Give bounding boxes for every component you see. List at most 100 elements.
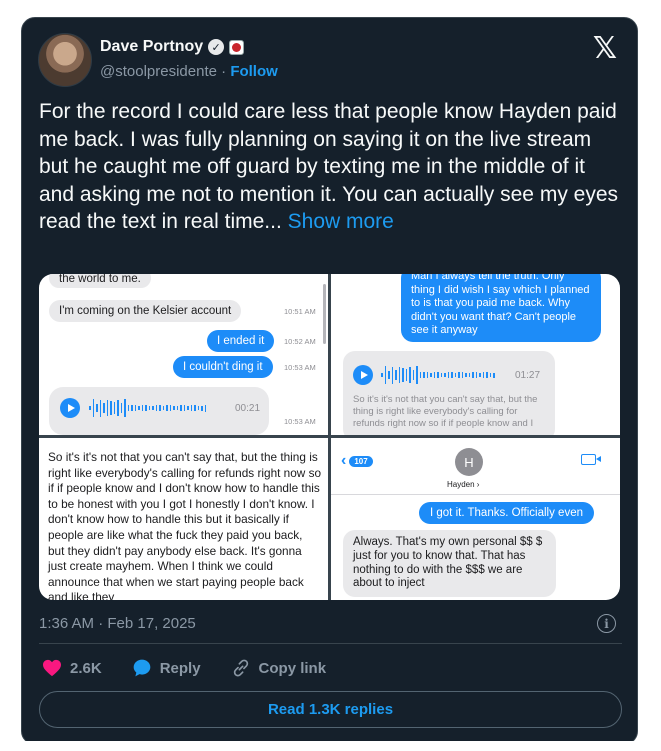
waveform-bar — [423, 371, 425, 379]
waveform-bar — [419, 371, 421, 379]
waveform-bar — [426, 372, 428, 378]
screenshot-2[interactable]: Man I always tell the truth. Only thing … — [331, 274, 620, 435]
reply-label: Reply — [159, 659, 201, 677]
waveform-bar — [402, 368, 404, 382]
back-button[interactable]: ‹ 107 — [341, 452, 373, 470]
message-bubble: I ended it — [207, 330, 275, 352]
play-icon[interactable] — [353, 365, 373, 385]
waveform-bar — [472, 371, 474, 379]
media-grid[interactable]: the world to me. I'm coming on the Kelsi… — [39, 274, 620, 600]
waveform-bar — [465, 372, 467, 378]
waveform-bar — [437, 371, 439, 379]
waveform-bar — [89, 406, 91, 410]
waveform-bar — [187, 406, 189, 410]
waveform-bar — [468, 372, 470, 378]
timestamp: 10:53 AM — [284, 363, 316, 372]
waveform-bar — [180, 404, 182, 412]
waveform-bar — [433, 371, 435, 379]
unread-count: 107 — [349, 455, 373, 467]
x-logo-icon[interactable]: 𝕏 — [593, 34, 617, 64]
waveform — [89, 398, 206, 418]
timestamp: 10:53 AM — [284, 417, 316, 426]
message-bubble: I got it. Thanks. Officially even — [419, 502, 594, 524]
waveform-bar — [461, 371, 463, 379]
waveform-bar — [148, 405, 150, 411]
message-bubble: Always. That's my own personal $$ $ just… — [343, 530, 556, 598]
contact-avatar[interactable]: H — [455, 448, 483, 476]
affiliate-badge-icon[interactable] — [229, 39, 245, 55]
reply-icon — [133, 659, 151, 677]
waveform-bar — [458, 371, 460, 379]
chevron-left-icon: ‹ — [341, 452, 347, 469]
waveform-bar — [201, 405, 203, 411]
waveform-bar — [388, 371, 390, 379]
waveform-bar — [416, 366, 418, 384]
waveform-bar — [117, 400, 119, 416]
timestamp-link[interactable]: 1:36 AM · Feb 17, 2025 — [39, 615, 196, 632]
waveform-bar — [451, 372, 453, 378]
waveform-bar — [475, 372, 477, 378]
waveform-bar — [444, 372, 446, 378]
message-bubble: the world to me. — [49, 274, 151, 288]
handle-row: @stoolpresidente · Follow — [100, 63, 278, 80]
timestamp: 10:51 AM — [284, 307, 316, 316]
message-bubble: I couldn't ding it — [173, 356, 273, 378]
waveform-bar — [381, 373, 383, 377]
waveform-bar — [141, 404, 143, 412]
contact-name[interactable]: Hayden › — [447, 480, 479, 489]
audio-duration: 01:27 — [515, 370, 541, 381]
camera-icon[interactable] — [581, 454, 601, 465]
divider — [331, 494, 620, 495]
waveform-bar — [155, 404, 157, 412]
separator: · — [221, 63, 227, 80]
follow-button[interactable]: Follow — [230, 63, 278, 80]
tweet-card: Dave Portnoy ✓ @stoolpresidente · Follow… — [21, 17, 638, 745]
like-button[interactable]: 2.6K — [42, 659, 102, 677]
waveform-bar — [391, 366, 393, 384]
message-bubble: I'm coming on the Kelsier account — [49, 300, 242, 322]
copy-link-label: Copy link — [258, 659, 327, 677]
author-name-row: Dave Portnoy ✓ — [100, 38, 245, 56]
waveform-bar — [384, 366, 386, 384]
page-bottom — [0, 741, 661, 751]
waveform-bar — [99, 399, 101, 417]
waveform-bar — [120, 403, 122, 413]
screenshot-1[interactable]: the world to me. I'm coming on the Kelsi… — [39, 274, 328, 435]
tweet-text: For the record I could care less that pe… — [39, 98, 624, 236]
play-icon[interactable] — [60, 398, 80, 418]
info-icon[interactable]: i — [597, 614, 616, 633]
copy-link-button[interactable]: Copy link — [231, 658, 327, 678]
waveform-bar — [395, 369, 397, 381]
message-bubble: Man I always tell the truth. Only thing … — [401, 274, 601, 342]
show-more-link[interactable]: Show more — [288, 210, 394, 233]
author-handle[interactable]: @stoolpresidente — [100, 63, 217, 80]
waveform-bar — [106, 400, 108, 416]
heart-icon — [43, 659, 61, 677]
verified-icon: ✓ — [208, 39, 225, 55]
scrollbar[interactable] — [323, 284, 326, 344]
waveform-bar — [183, 405, 185, 411]
waveform-bar — [113, 401, 115, 415]
waveform-bar — [409, 367, 411, 383]
waveform-bar — [430, 373, 432, 377]
screenshot-3[interactable]: So it's it's not that you can't say that… — [39, 438, 328, 600]
waveform — [381, 365, 495, 385]
author-name[interactable]: Dave Portnoy — [100, 38, 203, 56]
link-icon — [233, 659, 248, 677]
waveform-bar — [194, 404, 196, 412]
waveform-bar — [127, 404, 129, 412]
screenshot-4[interactable]: ‹ 107 H Hayden › I got it. Thanks. Offic… — [331, 438, 620, 600]
waveform-bar — [486, 371, 488, 379]
avatar[interactable] — [38, 33, 92, 87]
waveform-bar — [173, 405, 175, 411]
waveform-bar — [162, 406, 164, 410]
waveform-bar — [493, 372, 495, 378]
waveform-bar — [138, 406, 140, 410]
waveform-bar — [159, 405, 161, 411]
waveform-bar — [96, 404, 98, 412]
like-count: 2.6K — [70, 659, 102, 677]
waveform-bar — [412, 370, 414, 380]
audio-duration: 00:21 — [235, 403, 261, 414]
read-replies-button[interactable]: Read 1.3K replies — [39, 691, 622, 728]
reply-button[interactable]: Reply — [132, 658, 201, 678]
